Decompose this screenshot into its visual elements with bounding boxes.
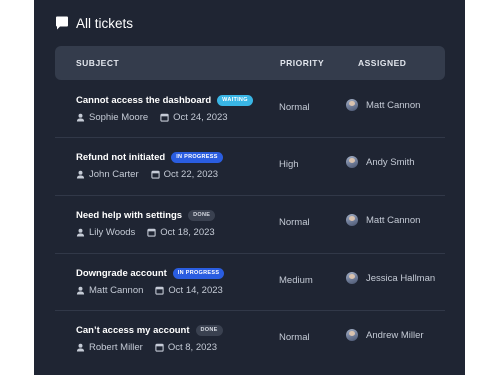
assignee-name: Andrew Miller	[366, 329, 424, 341]
tickets-panel: All tickets SUBJECT PRIORITY ASSIGNED Ca…	[34, 0, 465, 375]
column-header-subject[interactable]: SUBJECT	[76, 58, 119, 68]
chat-bubble-icon	[54, 15, 70, 31]
assignee-name: Andy Smith	[366, 156, 415, 168]
status-badge: DONE	[188, 210, 216, 221]
assignee-name: Matt Cannon	[366, 99, 421, 111]
ticket-priority: Normal	[279, 217, 310, 228]
ticket-assignee: Matt Cannon	[346, 214, 420, 226]
table-row[interactable]: Downgrade account IN PROGRESS Matt Canno…	[55, 253, 445, 310]
table-row[interactable]: Can’t access my account DONE Robert Mill…	[55, 310, 445, 367]
subject-line: Need help with settings DONE	[76, 210, 216, 221]
calendar-icon	[147, 228, 156, 237]
assignee-name: Matt Cannon	[366, 214, 421, 226]
subject-line: Downgrade account IN PROGRESS	[76, 268, 225, 279]
calendar-icon	[155, 286, 165, 295]
calendar-icon	[151, 170, 160, 179]
calendar-icon	[155, 343, 164, 352]
ticket-assignee: Jessica Hallman	[346, 272, 435, 284]
user-icon	[76, 228, 85, 237]
ticket-date: Oct 22, 2023	[163, 169, 219, 180]
avatar	[346, 99, 358, 111]
ticket-requester: Matt Cannon	[89, 285, 144, 296]
ticket-subject[interactable]: Cannot access the dashboard	[76, 95, 211, 106]
ticket-requester: Lily Woods	[89, 227, 136, 238]
subject-line: Refund not initiated IN PROGRESS	[76, 152, 223, 163]
ticket-date: Oct 24, 2023	[173, 112, 228, 123]
table-header: SUBJECT PRIORITY ASSIGNED	[55, 46, 445, 80]
avatar	[346, 329, 358, 341]
table-row[interactable]: Refund not initiated IN PROGRESS John Ca…	[55, 137, 445, 194]
status-badge: IN PROGRESS	[172, 268, 225, 279]
calendar-icon	[160, 113, 169, 122]
user-icon	[76, 170, 85, 179]
ticket-meta: Sophie Moore Oct 24, 2023	[76, 112, 228, 123]
ticket-requester: Sophie Moore	[89, 112, 149, 123]
ticket-requester: John Carter	[89, 169, 139, 180]
user-icon	[76, 113, 85, 122]
table-row[interactable]: Need help with settings DONE Lily Woods …	[55, 195, 445, 252]
user-icon	[76, 286, 85, 295]
ticket-subject[interactable]: Downgrade account	[76, 268, 167, 279]
ticket-priority: Medium	[279, 275, 313, 286]
ticket-subject[interactable]: Need help with settings	[76, 210, 182, 221]
ticket-meta: Matt Cannon Oct 14, 2023	[76, 285, 223, 296]
subject-line: Can’t access my account DONE	[76, 325, 223, 336]
ticket-assignee: Andy Smith	[346, 156, 415, 168]
assignee-name: Jessica Hallman	[366, 272, 436, 284]
status-badge: DONE	[195, 325, 223, 336]
user-icon	[76, 343, 85, 352]
avatar	[346, 272, 358, 284]
avatar	[346, 214, 358, 226]
ticket-subject[interactable]: Refund not initiated	[76, 152, 165, 163]
ticket-date: Oct 8, 2023	[167, 342, 217, 353]
ticket-meta: Lily Woods Oct 18, 2023	[76, 227, 215, 238]
ticket-date: Oct 14, 2023	[168, 285, 223, 296]
ticket-assignee: Matt Cannon	[346, 99, 420, 111]
ticket-requester: Robert Miller	[89, 342, 143, 353]
table-row[interactable]: Cannot access the dashboard WAITING Soph…	[55, 80, 445, 137]
avatar	[346, 156, 358, 168]
ticket-priority: Normal	[279, 102, 310, 113]
ticket-assignee: Andrew Miller	[346, 329, 424, 341]
subject-line: Cannot access the dashboard WAITING	[76, 95, 253, 106]
ticket-meta: Robert Miller Oct 8, 2023	[76, 342, 217, 353]
ticket-subject[interactable]: Can’t access my account	[76, 325, 190, 336]
ticket-priority: High	[279, 159, 299, 170]
page-title: All tickets	[76, 15, 134, 31]
ticket-date: Oct 18, 2023	[160, 227, 215, 238]
column-header-assigned[interactable]: ASSIGNED	[358, 58, 406, 68]
panel-header: All tickets	[54, 13, 133, 33]
ticket-priority: Normal	[279, 332, 310, 343]
ticket-meta: John Carter Oct 22, 2023	[76, 169, 218, 180]
status-badge: IN PROGRESS	[171, 152, 223, 163]
column-header-priority[interactable]: PRIORITY	[280, 58, 324, 68]
status-badge: WAITING	[217, 95, 253, 106]
